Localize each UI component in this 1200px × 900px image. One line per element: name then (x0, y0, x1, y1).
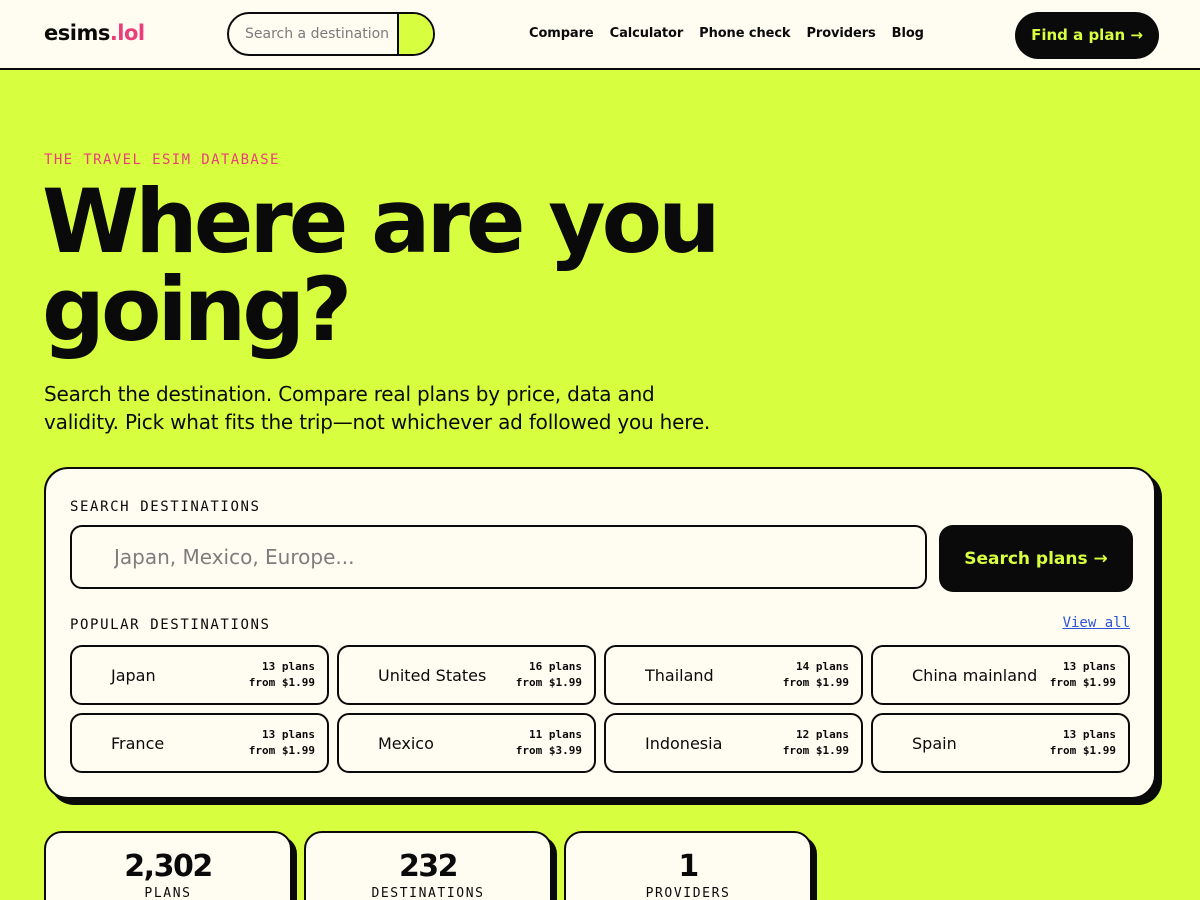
destination-thailand[interactable]: Thailand 14 plans from $1.99 (604, 645, 863, 705)
destination-name: Japan (111, 666, 156, 685)
destination-spain[interactable]: Spain 13 plans from $1.99 (871, 713, 1130, 773)
destination-meta: 13 plans from $1.99 (1050, 659, 1116, 691)
destination-name: Spain (912, 734, 957, 753)
stat-label: DESTINATIONS (371, 886, 485, 900)
destination-mexico[interactable]: Mexico 11 plans from $3.99 (337, 713, 596, 773)
nav-compare[interactable]: Compare (529, 26, 594, 41)
stat-plans: 2,302 PLANS (44, 831, 292, 900)
stat-label: PLANS (144, 886, 192, 900)
destination-japan[interactable]: Japan 13 plans from $1.99 (70, 645, 329, 705)
find-plan-button[interactable]: Find a plan → (1015, 12, 1159, 59)
destination-name: China mainland (912, 666, 1038, 685)
stat-destinations: 232 DESTINATIONS (304, 831, 552, 900)
search-plans-button[interactable]: Search plans → (939, 525, 1133, 592)
popular-destinations-label: POPULAR DESTINATIONS (70, 617, 271, 633)
starting-price: from $1.99 (782, 676, 849, 689)
starting-price: from $1.99 (1049, 676, 1116, 689)
header-search-input[interactable] (229, 14, 401, 54)
starting-price: from $1.99 (515, 676, 582, 689)
destination-meta: 13 plans from $1.99 (249, 727, 315, 759)
hero-subtitle: Search the destination. Compare real pla… (44, 382, 711, 434)
nav-calculator[interactable]: Calculator (610, 26, 684, 41)
nav-blog[interactable]: Blog (892, 26, 924, 41)
destination-meta: 16 plans from $1.99 (516, 659, 582, 691)
hero-title: Where are you going? (42, 170, 721, 361)
plan-count: 14 plans (796, 660, 849, 673)
stat-providers: 1 PROVIDERS (564, 831, 812, 900)
plan-count: 13 plans (262, 728, 315, 741)
plan-count: 13 plans (1063, 728, 1116, 741)
starting-price: from $1.99 (782, 744, 849, 757)
starting-price: from $1.99 (248, 676, 315, 689)
site-header: esims.lol Compare Calculator Phone check… (0, 0, 1200, 70)
hero-eyebrow: THE TRAVEL ESIM DATABASE (44, 152, 280, 168)
destination-name: Indonesia (645, 734, 723, 753)
plan-count: 12 plans (796, 728, 849, 741)
logo[interactable]: esims.lol (44, 21, 145, 45)
destination-meta: 12 plans from $1.99 (783, 727, 849, 759)
destination-name: Mexico (378, 734, 434, 753)
stat-value: 2,302 (124, 849, 213, 884)
plan-count: 11 plans (529, 728, 582, 741)
destination-united-states[interactable]: United States 16 plans from $1.99 (337, 645, 596, 705)
starting-price: from $1.99 (248, 744, 315, 757)
view-all-link[interactable]: View all (1063, 615, 1130, 631)
destination-meta: 11 plans from $3.99 (516, 727, 582, 759)
destination-china-mainland[interactable]: China mainland 13 plans from $1.99 (871, 645, 1130, 705)
popular-destinations-grid: Japan 13 plans from $1.99 United States 1… (70, 645, 1132, 773)
stat-value: 1 (678, 849, 699, 884)
destination-name: Thailand (645, 666, 714, 685)
destination-indonesia[interactable]: Indonesia 12 plans from $1.99 (604, 713, 863, 773)
plan-count: 13 plans (1063, 660, 1116, 673)
header-search-submit[interactable] (397, 14, 433, 54)
header-search (227, 12, 435, 56)
search-card: SEARCH DESTINATIONS Search plans → POPUL… (44, 467, 1156, 799)
destination-meta: 14 plans from $1.99 (783, 659, 849, 691)
destination-france[interactable]: France 13 plans from $1.99 (70, 713, 329, 773)
nav-phone-check[interactable]: Phone check (699, 26, 790, 41)
destination-name: United States (378, 666, 487, 685)
nav-providers[interactable]: Providers (806, 26, 875, 41)
destination-meta: 13 plans from $1.99 (1050, 727, 1116, 759)
stat-label: PROVIDERS (645, 886, 731, 900)
stat-value: 232 (398, 849, 459, 884)
logo-accent: .lol (109, 21, 145, 45)
search-label: SEARCH DESTINATIONS (70, 499, 261, 515)
logo-main: esims (44, 21, 110, 45)
plan-count: 13 plans (262, 660, 315, 673)
plan-count: 16 plans (529, 660, 582, 673)
starting-price: from $1.99 (1049, 744, 1116, 757)
main-nav: Compare Calculator Phone check Providers… (529, 26, 924, 41)
destination-name: France (111, 734, 165, 753)
starting-price: from $3.99 (515, 744, 582, 757)
destination-search-input[interactable] (70, 525, 927, 589)
destination-meta: 13 plans from $1.99 (249, 659, 315, 691)
